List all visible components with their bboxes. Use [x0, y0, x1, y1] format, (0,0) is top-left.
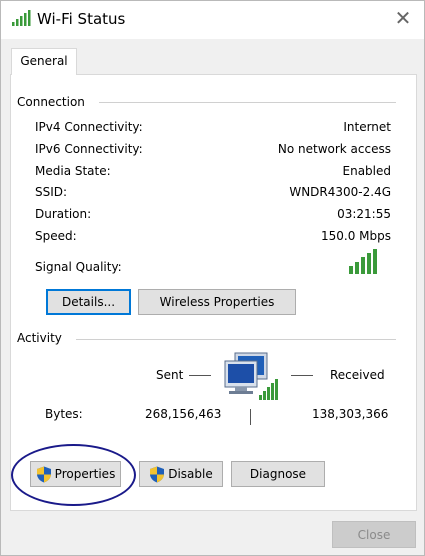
ipv6-label: IPv6 Connectivity:: [35, 142, 143, 156]
properties-button-label: Properties: [54, 467, 116, 481]
window-title: Wi-Fi Status: [37, 10, 126, 28]
bytes-divider: [250, 409, 251, 425]
activity-divider: [76, 339, 396, 340]
signal-quality-bars-icon: [349, 249, 377, 274]
title-bar: Wi-Fi Status ✕: [1, 1, 424, 39]
uac-shield-icon: [36, 466, 51, 482]
details-button-label: Details...: [61, 295, 116, 309]
wireless-properties-button[interactable]: Wireless Properties: [138, 289, 296, 315]
wifi-status-dialog: Wi-Fi Status ✕ General Connection IPv4 C…: [0, 0, 425, 556]
diagnose-button[interactable]: Diagnose: [231, 461, 325, 487]
bytes-label: Bytes:: [45, 407, 83, 421]
tab-general-label: General: [20, 54, 68, 68]
details-button[interactable]: Details...: [46, 289, 131, 315]
disable-button[interactable]: Disable: [139, 461, 223, 487]
bytes-sent-value: 268,156,463: [145, 407, 222, 421]
disable-button-label: Disable: [168, 467, 213, 481]
ipv4-value: Internet: [343, 120, 391, 134]
duration-value: 03:21:55: [337, 207, 391, 221]
wifi-signal-icon: [12, 10, 31, 26]
signal-quality-label: Signal Quality:: [35, 260, 122, 274]
sent-label: Sent: [156, 368, 184, 382]
close-button-label: Close: [357, 527, 391, 542]
tab-general[interactable]: General: [11, 48, 77, 75]
network-computers-icon: [224, 352, 278, 400]
ipv6-value: No network access: [277, 142, 391, 156]
received-label: Received: [330, 368, 385, 382]
ssid-label: SSID:: [35, 185, 68, 199]
properties-button[interactable]: Properties: [30, 461, 121, 487]
wireless-properties-label: Wireless Properties: [159, 295, 275, 309]
ipv4-label: IPv4 Connectivity:: [35, 120, 143, 134]
sent-line: [189, 375, 211, 376]
connection-divider: [99, 102, 396, 103]
received-line: [291, 375, 313, 376]
activity-heading: Activity: [17, 331, 62, 345]
connection-heading: Connection: [17, 95, 85, 109]
ssid-value: WNDR4300-2.4G: [289, 185, 391, 199]
media-state-label: Media State:: [35, 164, 111, 178]
close-window-icon[interactable]: ✕: [392, 7, 414, 29]
speed-label: Speed:: [35, 229, 77, 243]
media-state-value: Enabled: [342, 164, 392, 178]
duration-label: Duration:: [35, 207, 92, 221]
uac-shield-icon: [150, 466, 165, 482]
close-button[interactable]: Close: [332, 521, 416, 548]
bytes-received-value: 138,303,366: [312, 407, 389, 421]
speed-value: 150.0 Mbps: [320, 229, 391, 243]
diagnose-button-label: Diagnose: [249, 467, 307, 481]
